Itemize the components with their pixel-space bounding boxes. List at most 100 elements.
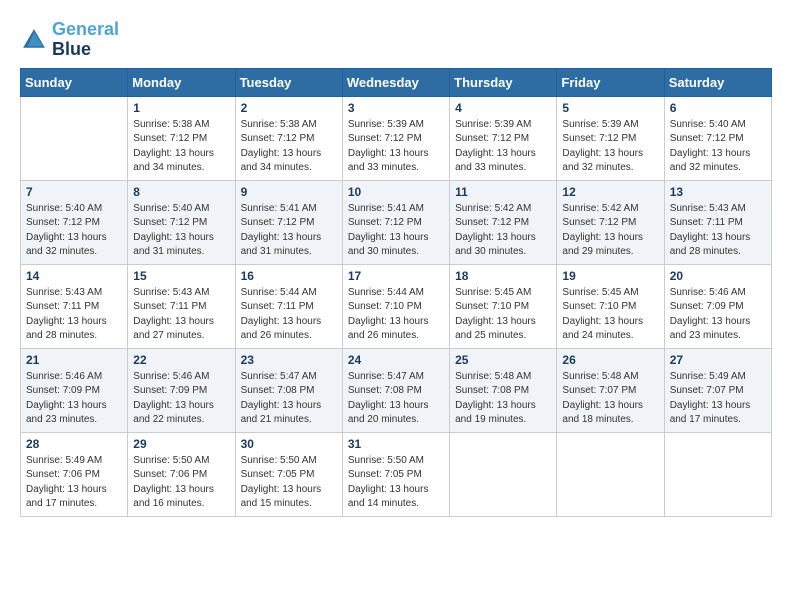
day-number: 13 — [670, 185, 766, 199]
calendar-header-saturday: Saturday — [664, 68, 771, 96]
day-number: 22 — [133, 353, 229, 367]
day-info: Sunrise: 5:49 AMSunset: 7:06 PMDaylight:… — [26, 454, 122, 512]
day-number: 23 — [241, 353, 337, 367]
calendar-week-row: 1 Sunrise: 5:38 AMSunset: 7:12 PMDaylight… — [21, 96, 772, 180]
day-number: 25 — [455, 353, 551, 367]
day-info: Sunrise: 5:47 AMSunset: 7:08 PMDaylight:… — [241, 370, 337, 428]
day-number: 20 — [670, 269, 766, 283]
day-info: Sunrise: 5:38 AMSunset: 7:12 PMDaylight:… — [133, 118, 229, 176]
day-info: Sunrise: 5:39 AMSunset: 7:12 PMDaylight:… — [455, 118, 551, 176]
calendar-cell: 4 Sunrise: 5:39 AMSunset: 7:12 PMDaylight… — [450, 96, 557, 180]
calendar-cell: 7 Sunrise: 5:40 AMSunset: 7:12 PMDaylight… — [21, 180, 128, 264]
day-info: Sunrise: 5:45 AMSunset: 7:10 PMDaylight:… — [562, 286, 658, 344]
day-info: Sunrise: 5:43 AMSunset: 7:11 PMDaylight:… — [670, 202, 766, 260]
calendar-cell: 8Sunrise: 5:40 AMSunset: 7:12 PMDaylight… — [128, 180, 235, 264]
calendar-cell: 1 Sunrise: 5:38 AMSunset: 7:12 PMDaylight… — [128, 96, 235, 180]
day-info: Sunrise: 5:50 AMSunset: 7:05 PMDaylight:… — [241, 454, 337, 512]
calendar-cell: 31Sunrise: 5:50 AMSunset: 7:05 PMDayligh… — [342, 432, 449, 516]
calendar-cell: 15 Sunrise: 5:43 AMSunset: 7:11 PMDayligh… — [128, 264, 235, 348]
calendar-cell: 3 Sunrise: 5:39 AMSunset: 7:12 PMDaylight… — [342, 96, 449, 180]
calendar-cell: 6 Sunrise: 5:40 AMSunset: 7:12 PMDaylight… — [664, 96, 771, 180]
day-number: 9 — [241, 185, 337, 199]
calendar-week-row: 14Sunrise: 5:43 AMSunset: 7:11 PMDayligh… — [21, 264, 772, 348]
day-number: 10 — [348, 185, 444, 199]
calendar-cell: 30 Sunrise: 5:50 AMSunset: 7:05 PMDayligh… — [235, 432, 342, 516]
calendar-cell — [557, 432, 664, 516]
day-info: Sunrise: 5:43 AMSunset: 7:11 PMDaylight:… — [26, 286, 122, 344]
day-info: Sunrise: 5:40 AMSunset: 7:12 PMDaylight:… — [26, 202, 122, 260]
day-number: 26 — [562, 353, 658, 367]
day-info: Sunrise: 5:41 AMSunset: 7:12 PMDaylight:… — [348, 202, 444, 260]
calendar-cell: 28Sunrise: 5:49 AMSunset: 7:06 PMDayligh… — [21, 432, 128, 516]
page-header: General Blue — [20, 20, 772, 60]
day-info: Sunrise: 5:41 AMSunset: 7:12 PMDaylight:… — [241, 202, 337, 260]
day-info: Sunrise: 5:39 AMSunset: 7:12 PMDaylight:… — [562, 118, 658, 176]
calendar-cell: 24 Sunrise: 5:47 AMSunset: 7:08 PMDayligh… — [342, 348, 449, 432]
calendar-cell — [450, 432, 557, 516]
calendar-header-wednesday: Wednesday — [342, 68, 449, 96]
calendar-header-sunday: Sunday — [21, 68, 128, 96]
logo: General Blue — [20, 20, 119, 60]
logo-icon — [20, 26, 48, 54]
day-number: 30 — [241, 437, 337, 451]
day-info: Sunrise: 5:46 AMSunset: 7:09 PMDaylight:… — [133, 370, 229, 428]
day-number: 7 — [26, 185, 122, 199]
day-number: 6 — [670, 101, 766, 115]
day-info: Sunrise: 5:42 AMSunset: 7:12 PMDaylight:… — [562, 202, 658, 260]
calendar-cell: 27Sunrise: 5:49 AMSunset: 7:07 PMDayligh… — [664, 348, 771, 432]
day-info: Sunrise: 5:48 AMSunset: 7:08 PMDaylight:… — [455, 370, 551, 428]
day-info: Sunrise: 5:38 AMSunset: 7:12 PMDaylight:… — [241, 118, 337, 176]
calendar-cell: 23 Sunrise: 5:47 AMSunset: 7:08 PMDayligh… — [235, 348, 342, 432]
day-number: 3 — [348, 101, 444, 115]
day-info: Sunrise: 5:39 AMSunset: 7:12 PMDaylight:… — [348, 118, 444, 176]
day-info: Sunrise: 5:45 AMSunset: 7:10 PMDaylight:… — [455, 286, 551, 344]
calendar-week-row: 7 Sunrise: 5:40 AMSunset: 7:12 PMDaylight… — [21, 180, 772, 264]
calendar-week-row: 28Sunrise: 5:49 AMSunset: 7:06 PMDayligh… — [21, 432, 772, 516]
day-info: Sunrise: 5:40 AMSunset: 7:12 PMDaylight:… — [670, 118, 766, 176]
calendar-header-monday: Monday — [128, 68, 235, 96]
day-number: 21 — [26, 353, 122, 367]
calendar-cell: 12Sunrise: 5:42 AMSunset: 7:12 PMDayligh… — [557, 180, 664, 264]
calendar-cell: 2 Sunrise: 5:38 AMSunset: 7:12 PMDaylight… — [235, 96, 342, 180]
calendar-cell: 10 Sunrise: 5:41 AMSunset: 7:12 PMDayligh… — [342, 180, 449, 264]
calendar-header-row: SundayMondayTuesdayWednesdayThursdayFrid… — [21, 68, 772, 96]
day-number: 11 — [455, 185, 551, 199]
calendar-header-thursday: Thursday — [450, 68, 557, 96]
day-number: 8 — [133, 185, 229, 199]
day-info: Sunrise: 5:49 AMSunset: 7:07 PMDaylight:… — [670, 370, 766, 428]
calendar-cell: 22 Sunrise: 5:46 AMSunset: 7:09 PMDayligh… — [128, 348, 235, 432]
day-number: 5 — [562, 101, 658, 115]
day-info: Sunrise: 5:48 AMSunset: 7:07 PMDaylight:… — [562, 370, 658, 428]
calendar-cell: 13 Sunrise: 5:43 AMSunset: 7:11 PMDayligh… — [664, 180, 771, 264]
calendar-cell: 17 Sunrise: 5:44 AMSunset: 7:10 PMDayligh… — [342, 264, 449, 348]
logo-text: General Blue — [52, 20, 119, 60]
day-number: 1 — [133, 101, 229, 115]
calendar-cell: 14Sunrise: 5:43 AMSunset: 7:11 PMDayligh… — [21, 264, 128, 348]
calendar-cell — [21, 96, 128, 180]
day-number: 2 — [241, 101, 337, 115]
day-info: Sunrise: 5:46 AMSunset: 7:09 PMDaylight:… — [670, 286, 766, 344]
calendar-cell: 25 Sunrise: 5:48 AMSunset: 7:08 PMDayligh… — [450, 348, 557, 432]
calendar-cell: 29Sunrise: 5:50 AMSunset: 7:06 PMDayligh… — [128, 432, 235, 516]
calendar-cell: 5 Sunrise: 5:39 AMSunset: 7:12 PMDaylight… — [557, 96, 664, 180]
calendar-cell: 20 Sunrise: 5:46 AMSunset: 7:09 PMDayligh… — [664, 264, 771, 348]
day-info: Sunrise: 5:47 AMSunset: 7:08 PMDaylight:… — [348, 370, 444, 428]
calendar-cell: 18 Sunrise: 5:45 AMSunset: 7:10 PMDayligh… — [450, 264, 557, 348]
day-info: Sunrise: 5:50 AMSunset: 7:05 PMDaylight:… — [348, 454, 444, 512]
calendar-cell: 19Sunrise: 5:45 AMSunset: 7:10 PMDayligh… — [557, 264, 664, 348]
day-number: 18 — [455, 269, 551, 283]
calendar-cell: 16Sunrise: 5:44 AMSunset: 7:11 PMDayligh… — [235, 264, 342, 348]
calendar-cell: 21Sunrise: 5:46 AMSunset: 7:09 PMDayligh… — [21, 348, 128, 432]
calendar-cell: 11 Sunrise: 5:42 AMSunset: 7:12 PMDayligh… — [450, 180, 557, 264]
day-number: 4 — [455, 101, 551, 115]
day-number: 17 — [348, 269, 444, 283]
day-info: Sunrise: 5:44 AMSunset: 7:10 PMDaylight:… — [348, 286, 444, 344]
day-info: Sunrise: 5:50 AMSunset: 7:06 PMDaylight:… — [133, 454, 229, 512]
calendar-header-tuesday: Tuesday — [235, 68, 342, 96]
calendar-week-row: 21 Sunrise: 5:46 AMSunset: 7:09 PMDayligh… — [21, 348, 772, 432]
day-info: Sunrise: 5:43 AMSunset: 7:11 PMDaylight:… — [133, 286, 229, 344]
calendar-table: SundayMondayTuesdayWednesdayThursdayFrid… — [20, 68, 772, 517]
day-number: 24 — [348, 353, 444, 367]
day-info: Sunrise: 5:42 AMSunset: 7:12 PMDaylight:… — [455, 202, 551, 260]
day-number: 15 — [133, 269, 229, 283]
